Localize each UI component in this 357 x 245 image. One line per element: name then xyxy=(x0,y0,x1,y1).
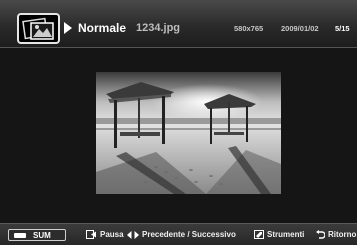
play-icon xyxy=(64,22,72,34)
photo-viewer-screen: Normale 1234.jpg 580x765 2009/01/02 5/15 xyxy=(0,0,357,245)
filename: 1234.jpg xyxy=(136,22,181,34)
sum-label: SUM xyxy=(33,231,51,240)
control-bar: SUM Pausa Precedente / Successivo Strume… xyxy=(0,223,357,245)
pause-icon xyxy=(86,230,96,240)
sum-button[interactable]: SUM xyxy=(8,229,66,241)
sum-icon xyxy=(14,233,26,238)
tools-label: Strumenti xyxy=(267,230,305,239)
tools-icon xyxy=(254,230,264,240)
image-resolution: 580x765 xyxy=(234,24,264,33)
beach-photo xyxy=(96,72,281,194)
prev-next-label: Precedente / Successivo xyxy=(142,230,236,239)
tools-button[interactable]: Strumenti xyxy=(254,230,305,240)
return-label: Ritorno xyxy=(328,230,357,239)
pause-button[interactable]: Pausa xyxy=(86,230,124,240)
prev-next-button[interactable]: Precedente / Successivo xyxy=(127,230,236,239)
left-right-arrows-icon xyxy=(127,230,139,239)
image-date: 2009/01/02 xyxy=(281,24,319,33)
info-bar: Normale 1234.jpg 580x765 2009/01/02 5/15 xyxy=(0,0,357,48)
page-counter: 5/15 xyxy=(335,24,350,33)
view-mode-label: Normale xyxy=(78,21,127,35)
return-arrow-icon xyxy=(316,230,325,240)
photo-frame-icon xyxy=(17,13,60,44)
return-button[interactable]: Ritorno xyxy=(316,230,357,240)
pause-label: Pausa xyxy=(100,230,124,239)
